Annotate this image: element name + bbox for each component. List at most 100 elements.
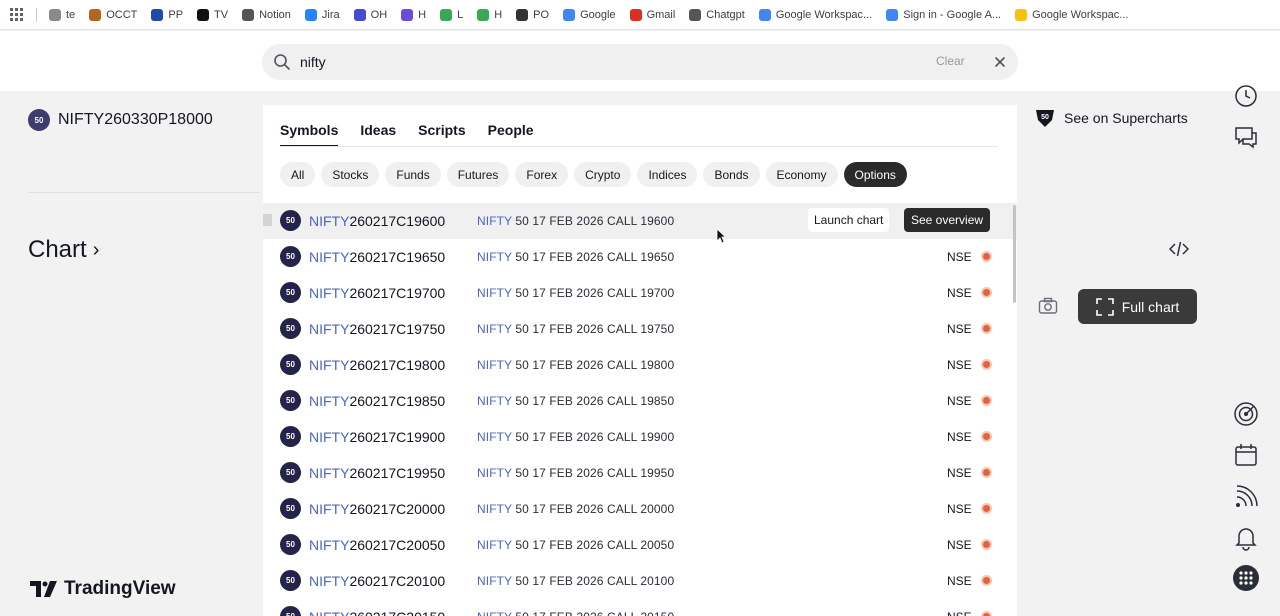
description-rest: 50 17 FEB 2026 CALL 20150	[512, 610, 674, 616]
bookmark-label: Chatgpt	[706, 8, 745, 21]
exchange-label: NSE	[947, 574, 972, 588]
clock-icon[interactable]	[1233, 83, 1259, 109]
bookmark-item[interactable]: Google Workspac...	[1015, 8, 1128, 21]
chat-icon[interactable]	[1233, 124, 1259, 150]
filter-chip-forex[interactable]: Forex	[515, 162, 569, 187]
close-icon[interactable]	[991, 53, 1009, 71]
page-symbol-name: NIFTY260330P18000	[58, 111, 213, 128]
bookmark-item[interactable]: Notion	[242, 8, 291, 21]
bookmark-item[interactable]: Chatgpt	[689, 8, 745, 21]
search-input[interactable]	[300, 52, 900, 72]
exchange-label: NSE	[947, 358, 972, 372]
bookmark-item[interactable]: te	[49, 8, 75, 21]
result-row[interactable]: 50 NIFTY260217C20050 NIFTY 50 17 FEB 2026 …	[263, 527, 1017, 563]
result-symbol[interactable]: NIFTY260217C19800	[309, 357, 445, 373]
workspace-icon	[1015, 8, 1028, 21]
search-box[interactable]: Clear	[262, 44, 1018, 80]
clear-button[interactable]: Clear	[936, 54, 965, 68]
result-row[interactable]: 50 NIFTY260217C19700 NIFTY 50 17 FEB 2026 …	[263, 275, 1017, 311]
bookmark-item[interactable]: OCCT	[89, 8, 137, 21]
description-match-highlight: NIFTY	[477, 466, 512, 480]
bookmark-item[interactable]: TV	[197, 8, 229, 21]
result-description: NIFTY 50 17 FEB 2026 CALL 19950	[477, 466, 674, 480]
see-overview-button[interactable]: See overview	[904, 208, 991, 232]
embed-code-icon[interactable]	[1169, 240, 1189, 258]
target-icon[interactable]	[1233, 401, 1259, 427]
result-description: NIFTY 50 17 FEB 2026 CALL 19650	[477, 250, 674, 264]
bookmark-item[interactable]: Google	[563, 8, 616, 21]
apps-grid-icon[interactable]	[1233, 565, 1259, 591]
google-icon	[758, 8, 771, 21]
bookmark-label: TV	[214, 8, 229, 21]
result-row[interactable]: 50 NIFTY260217C19600 NIFTY 50 17 FEB 2026 …	[263, 203, 1017, 239]
bookmark-item[interactable]: Jira	[304, 8, 340, 21]
bookmark-label: PO	[533, 8, 550, 21]
filter-chip-options[interactable]: Options	[843, 162, 907, 187]
symbol-logo-badge: 50	[280, 462, 301, 483]
exchange-flag-icon	[981, 395, 992, 406]
symbol-match-highlight: NIFTY	[309, 501, 350, 517]
symbol-rest: 260217C20050	[349, 537, 446, 553]
result-row[interactable]: 50NIFTY260217C20150NIFTY 50 17 FEB 2026 …	[263, 599, 1017, 616]
result-description: NIFTY 50 17 FEB 2026 CALL 19600	[477, 214, 674, 228]
result-row[interactable]: 50 NIFTY260217C20000 NIFTY 50 17 FEB 2026 …	[263, 491, 1017, 527]
result-row[interactable]: 50 NIFTY260217C19750 NIFTY 50 17 FEB 2026 …	[263, 311, 1017, 347]
result-symbol[interactable]: NIFTY260217C20100	[309, 573, 445, 589]
launch-chart-button[interactable]: Launch chart	[808, 208, 890, 232]
chevron-right-icon: ›	[92, 238, 100, 261]
bookmark-item[interactable]: OH	[353, 8, 387, 21]
result-symbol[interactable]: NIFTY260217C19700	[309, 285, 445, 301]
filter-chip-all[interactable]: All	[280, 162, 316, 187]
result-row[interactable]: 50 NIFTY260217C19650 NIFTY 50 17 FEB 2026 …	[263, 239, 1017, 275]
result-symbol[interactable]: NIFTY260217C19900	[309, 429, 445, 445]
bookmark-item[interactable]: L	[440, 8, 463, 21]
result-symbol[interactable]: NIFTY260217C19850	[309, 393, 445, 409]
filter-chip-futures[interactable]: Futures	[446, 162, 510, 187]
bell-icon[interactable]	[1233, 525, 1259, 551]
result-symbol[interactable]: NIFTY260217C20050	[309, 537, 445, 553]
exchange-flag-icon	[981, 539, 992, 550]
tabs-divider	[280, 146, 998, 147]
result-row[interactable]: 50 NIFTY260217C20100 NIFTY 50 17 FEB 2026 …	[263, 563, 1017, 599]
result-row[interactable]: 50 NIFTY260217C19800 NIFTY 50 17 FEB 2026 …	[263, 347, 1017, 383]
result-symbol[interactable]: NIFTY260217C19750	[309, 321, 445, 337]
filter-chip-bonds[interactable]: Bonds	[703, 162, 760, 187]
filter-chip-crypto[interactable]: Crypto	[574, 162, 632, 187]
tradingview-logo[interactable]: TradingView	[30, 578, 176, 600]
chart-heading[interactable]: Chart ›	[28, 236, 99, 264]
bookmark-item[interactable]: H	[401, 8, 426, 21]
result-row[interactable]: 50 NIFTY260217C19950 NIFTY 50 17 FEB 2026 …	[263, 455, 1017, 491]
apps-icon[interactable]	[10, 7, 24, 22]
bookmark-item[interactable]: Google Workspac...	[758, 8, 872, 21]
results-scrollbar[interactable]	[1013, 205, 1016, 303]
result-symbol[interactable]: NIFTY260217C19950	[309, 465, 445, 481]
bookmark-item[interactable]: Gmail	[629, 8, 675, 21]
tab-people[interactable]: People	[488, 122, 534, 147]
filter-chip-funds[interactable]: Funds	[385, 162, 441, 187]
filter-chip-stocks[interactable]: Stocks	[321, 162, 380, 187]
see-on-supercharts-link[interactable]: 50 See on Supercharts	[1034, 108, 1188, 128]
result-symbol[interactable]: NIFTY260217C20000	[309, 501, 445, 517]
bookmark-item[interactable]: H	[477, 8, 502, 21]
tab-symbols[interactable]: Symbols	[280, 122, 339, 147]
bookmark-item[interactable]: PP	[151, 8, 183, 21]
signal-icon[interactable]	[1233, 484, 1259, 510]
bookmark-item[interactable]: Sign in - Google A...	[886, 8, 1001, 21]
result-symbol[interactable]: NIFTY260217C20150	[309, 609, 445, 616]
camera-icon[interactable]	[1038, 297, 1058, 315]
result-row[interactable]: 50 NIFTY260217C19900 NIFTY 50 17 FEB 2026 …	[263, 419, 1017, 455]
bookmark-item[interactable]: PO	[516, 8, 550, 21]
result-symbol[interactable]: NIFTY260217C19600	[309, 213, 445, 229]
symbol-match-highlight: NIFTY	[309, 465, 350, 481]
tab-ideas[interactable]: Ideas	[360, 122, 396, 147]
description-rest: 50 17 FEB 2026 CALL 19900	[511, 430, 675, 444]
result-symbol[interactable]: NIFTY260217C19650	[309, 249, 445, 265]
calendar-icon[interactable]	[1233, 442, 1259, 468]
tab-scripts[interactable]: Scripts	[418, 122, 465, 147]
result-row[interactable]: 50 NIFTY260217C19850 NIFTY 50 17 FEB 2026 …	[263, 383, 1017, 419]
description-match-highlight: NIFTY	[477, 502, 512, 516]
notes-icon	[49, 8, 61, 21]
full-chart-button[interactable]: Full chart	[1078, 289, 1197, 324]
filter-chip-indices[interactable]: Indices	[637, 162, 698, 187]
filter-chip-economy[interactable]: Economy	[765, 162, 838, 187]
